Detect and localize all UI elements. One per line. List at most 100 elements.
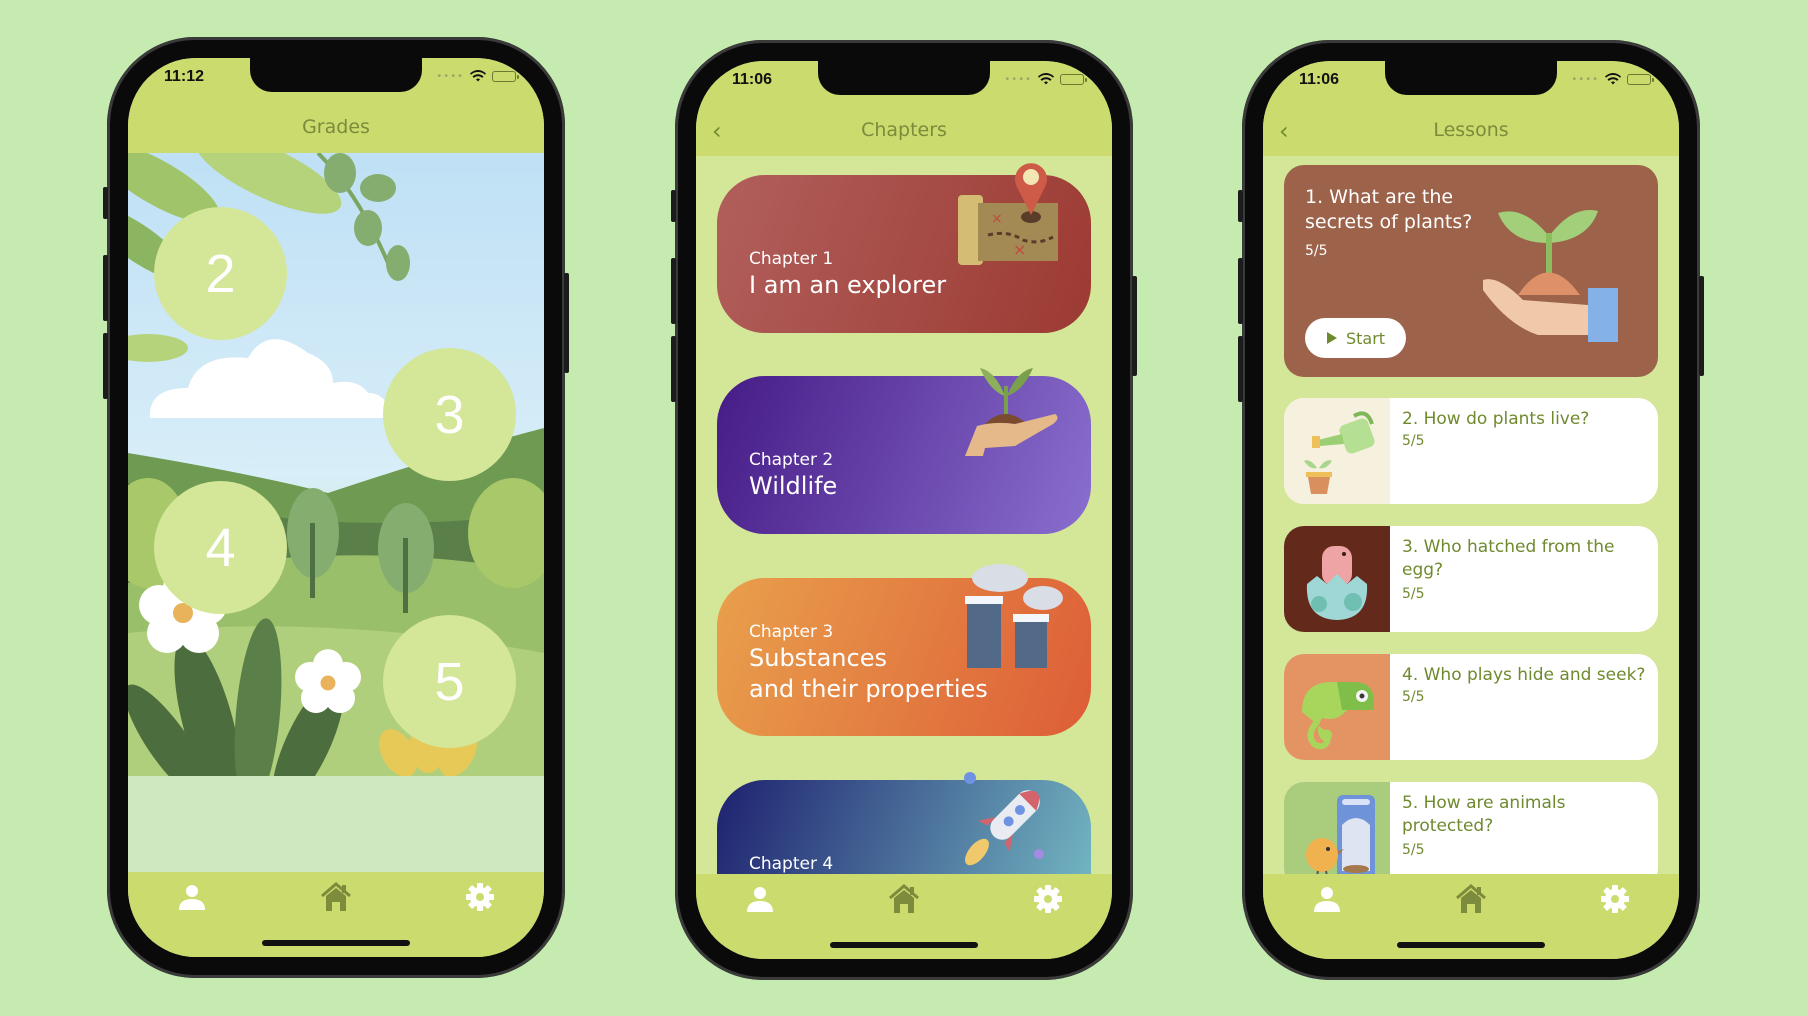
chapter-title-line-2: and their properties [749, 675, 988, 703]
plant-in-hand-icon [965, 368, 1058, 456]
status-time: 11:06 [732, 71, 773, 88]
gear-icon [466, 883, 494, 911]
grade-button-4[interactable]: 4 [154, 481, 287, 614]
lesson-thumb [1284, 526, 1390, 632]
battery-icon [1627, 73, 1654, 85]
page-title: Chapters [861, 119, 947, 141]
home-indicator [1397, 942, 1545, 948]
wifi-icon [1605, 73, 1621, 85]
tab-bar [696, 874, 1112, 959]
play-icon [1326, 332, 1337, 344]
lesson-title: 3. Who hatched from the egg? [1402, 537, 1615, 580]
chapter-label: Chapter 4 [749, 854, 834, 874]
lesson-thumb [1284, 654, 1390, 760]
tab-bar [1263, 874, 1679, 959]
start-button[interactable]: Start [1305, 318, 1406, 358]
power-button [1699, 276, 1704, 376]
lesson-progress: 5/5 [1402, 586, 1425, 602]
chapter-card-1[interactable]: Chapter 1 I am an explorer × × [717, 163, 1091, 333]
svg-text:×: × [1013, 240, 1026, 259]
treasure-map-icon: × × [958, 163, 1058, 265]
mute-switch [1238, 190, 1243, 222]
signal-icon: •••• [436, 70, 464, 82]
grade-button-2[interactable]: 2 [154, 207, 287, 340]
volume-up-button [1238, 258, 1243, 324]
lesson-title: 4. Who plays hide and seek? [1402, 665, 1646, 685]
lesson-item-2[interactable]: 2. How do plants live? 5/5 [1284, 398, 1658, 504]
gear-icon [1601, 885, 1629, 913]
nav-bar: Grades [128, 108, 544, 153]
status-time: 11:06 [1299, 71, 1340, 88]
person-icon [1314, 887, 1340, 912]
mute-switch [671, 190, 676, 222]
home-indicator [262, 940, 410, 946]
nav-bar: ‹ Chapters [696, 111, 1112, 156]
wifi-icon [1038, 73, 1054, 85]
power-button [1132, 276, 1137, 376]
dinosaur-egg-icon [1306, 546, 1368, 620]
home-icon [321, 882, 351, 911]
notch [818, 61, 990, 95]
battery-icon [492, 70, 519, 82]
lesson-item-5[interactable]: 5. How are animals protected? 5/5 [1284, 782, 1658, 888]
chapter-label: Chapter 2 [749, 450, 834, 470]
chapter-card-3[interactable]: Chapter 3 Substances and their propertie… [717, 564, 1091, 736]
chapter-title-line-1: Substances [749, 644, 887, 672]
screen: 11:12 •••• Grades 2 3 4 5 [128, 58, 544, 957]
featured-lesson-card[interactable]: 1. What are the secrets of plants? 5/5 S… [1284, 165, 1658, 377]
chapter-label: Chapter 3 [749, 622, 834, 642]
chapter-card-2[interactable]: Chapter 2 Wildlife [717, 368, 1091, 534]
grade-button-5[interactable]: 5 [383, 615, 516, 748]
tab-bar [128, 872, 544, 957]
grade-button-3[interactable]: 3 [383, 348, 516, 481]
bird-feeder-icon [1306, 795, 1375, 882]
phone-chapters: 11:06 •••• ‹ Chapters Chapter 1 I am an … [671, 40, 1137, 980]
tab-settings[interactable] [1597, 882, 1633, 916]
lesson-thumb [1284, 782, 1390, 888]
lesson-item-3[interactable]: 3. Who hatched from the egg? 5/5 [1284, 526, 1658, 632]
tab-profile[interactable] [174, 880, 210, 914]
volume-down-button [1238, 336, 1243, 402]
gear-icon [1034, 885, 1062, 913]
lesson-thumb [1284, 398, 1390, 504]
battery-icon [1060, 73, 1087, 85]
svg-text:×: × [991, 211, 1003, 227]
page-title: Grades [302, 116, 370, 138]
screen: 11:06 •••• ‹ Chapters Chapter 1 I am an … [696, 61, 1112, 959]
home-indicator [830, 942, 978, 948]
wifi-icon [470, 70, 486, 82]
tab-home[interactable] [318, 880, 354, 914]
chapter-title: Wildlife [749, 472, 838, 500]
signal-icon: •••• [1571, 73, 1599, 85]
lesson-title: 5. How are animals protected? [1402, 793, 1566, 836]
factory-icon [965, 564, 1063, 668]
screen: 11:06 •••• ‹ Lessons 1. What are the sec… [1263, 61, 1679, 959]
volume-down-button [103, 333, 108, 399]
volume-down-button [671, 336, 676, 402]
tab-home[interactable] [886, 882, 922, 916]
notch [250, 58, 422, 92]
lesson-progress: 5/5 [1402, 842, 1425, 858]
chapter-title: I am an explorer [749, 271, 947, 299]
nav-bar: ‹ Lessons [1263, 111, 1679, 156]
home-icon [1456, 884, 1486, 913]
landscape-illustration: 2 3 4 5 [128, 153, 544, 872]
watering-can-icon [1304, 411, 1375, 494]
home-icon [889, 884, 919, 913]
lesson-title: 1. What are the secrets of plants? [1305, 186, 1473, 233]
chameleon-icon [1302, 682, 1374, 750]
lesson-title: 2. How do plants live? [1402, 409, 1590, 429]
phone-lessons: 11:06 •••• ‹ Lessons 1. What are the sec… [1238, 40, 1704, 980]
rocket-icon [964, 772, 1044, 866]
tab-profile[interactable] [742, 882, 778, 916]
lesson-item-4[interactable]: 4. Who plays hide and seek? 5/5 [1284, 654, 1658, 760]
tab-settings[interactable] [462, 880, 498, 914]
mute-switch [103, 187, 108, 219]
lesson-progress: 5/5 [1402, 689, 1425, 705]
tab-settings[interactable] [1030, 882, 1066, 916]
chapter-label: Chapter 1 [749, 249, 834, 269]
tab-profile[interactable] [1309, 882, 1345, 916]
start-label: Start [1345, 328, 1386, 348]
tab-home[interactable] [1453, 882, 1489, 916]
notch [1385, 61, 1557, 95]
